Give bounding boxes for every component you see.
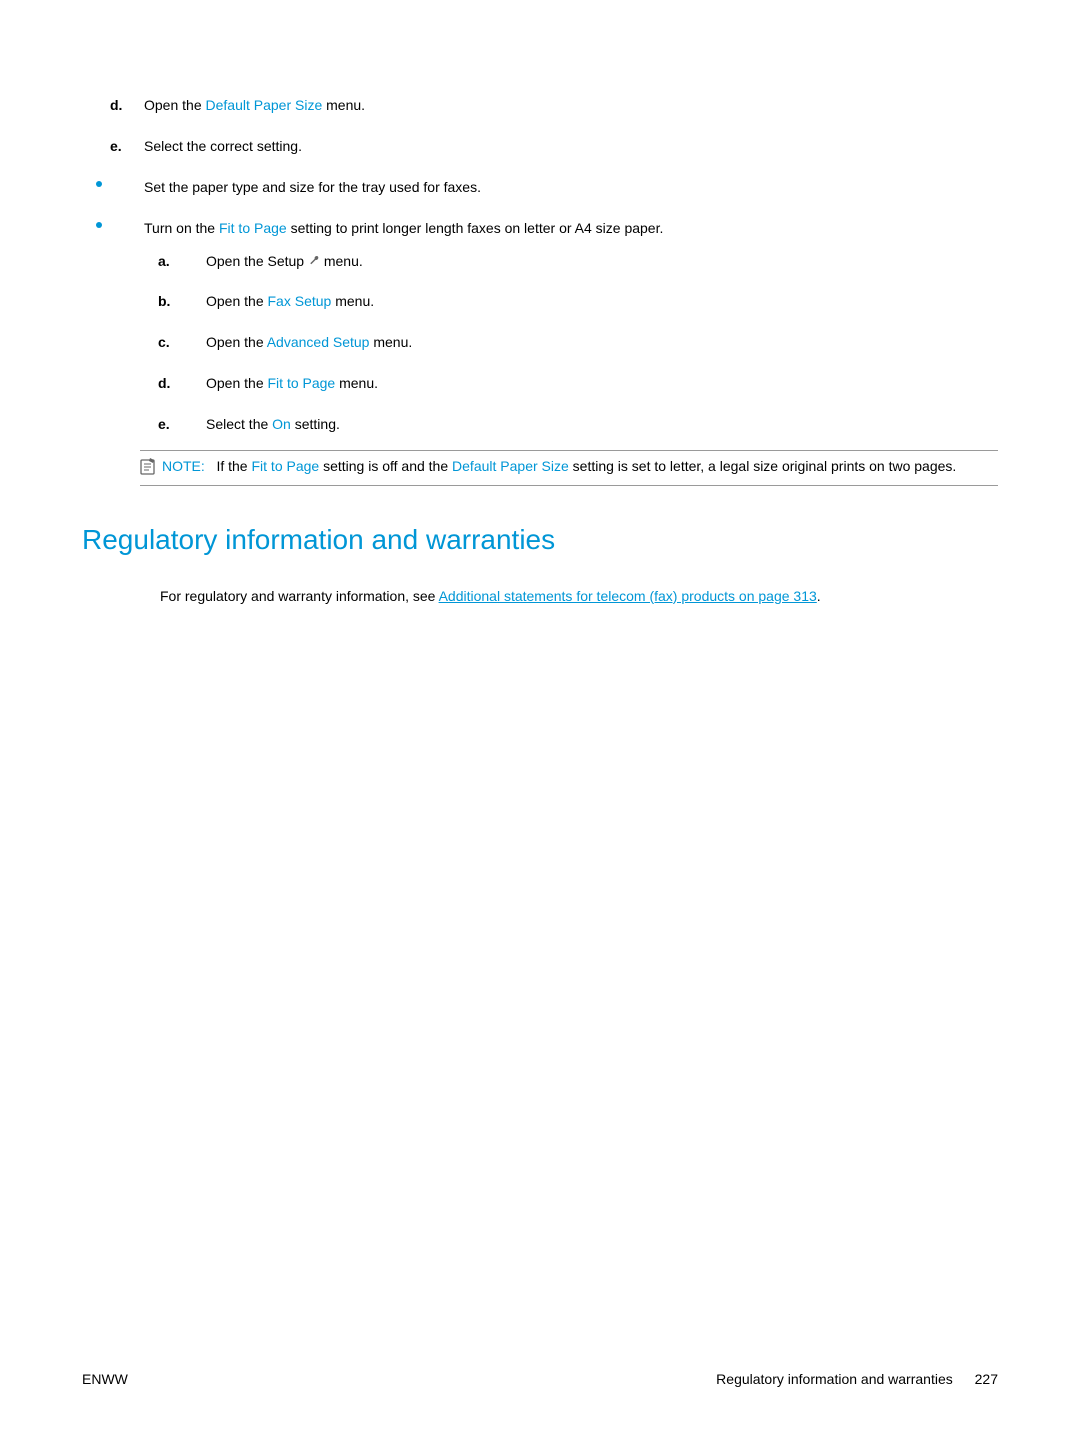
footer-right: Regulatory information and warranties 22… (716, 1371, 998, 1387)
note-icon (140, 457, 158, 475)
text: Open the Setup (206, 253, 308, 269)
step-marker: d. (158, 374, 170, 393)
step-marker: e. (158, 415, 170, 434)
step-text: Open the Fit to Page menu. (206, 375, 378, 391)
text: . (817, 588, 821, 604)
step-marker: d. (110, 96, 122, 115)
ui-term: Fit to Page (268, 375, 336, 391)
note-block: NOTE: If the Fit to Page setting is off … (140, 450, 998, 486)
step-e: e. Select the correct setting. (82, 137, 998, 156)
steps-list-continued: d. Open the Default Paper Size menu. e. … (82, 96, 998, 156)
text: setting to print longer length faxes on … (287, 220, 664, 236)
telecom-statements-link[interactable]: Additional statements for telecom (fax) … (439, 588, 817, 604)
bullet-list: Set the paper type and size for the tray… (82, 178, 998, 434)
sub-c: c. Open the Advanced Setup menu. (144, 333, 998, 352)
step-marker: b. (158, 292, 170, 311)
note-content: NOTE: If the Fit to Page setting is off … (162, 458, 956, 474)
step-text: Select the correct setting. (144, 138, 302, 154)
page-container: d. Open the Default Paper Size menu. e. … (0, 0, 1080, 1437)
bullet-text: Turn on the Fit to Page setting to print… (144, 220, 663, 236)
bullet-text: Set the paper type and size for the tray… (144, 179, 481, 195)
text: Turn on the (144, 220, 219, 236)
text: setting is off and the (319, 458, 452, 474)
step-text: Open the Default Paper Size menu. (144, 97, 365, 113)
step-d: d. Open the Default Paper Size menu. (82, 96, 998, 115)
ui-term: Fit to Page (251, 458, 319, 474)
ui-term: Fax Setup (268, 293, 332, 309)
text: menu. (320, 253, 363, 269)
text: setting. (291, 416, 340, 432)
footer-title: Regulatory information and warranties (716, 1371, 953, 1387)
ui-term: Advanced Setup (267, 334, 370, 350)
text: Open the (206, 334, 267, 350)
sub-a: a. Open the Setup menu. (144, 252, 998, 271)
bullet-icon (96, 181, 102, 187)
text: menu. (335, 375, 378, 391)
step-marker: e. (110, 137, 122, 156)
ui-term: Fit to Page (219, 220, 287, 236)
text: menu. (322, 97, 365, 113)
text: Select the (206, 416, 272, 432)
page-number: 227 (975, 1371, 998, 1387)
step-text: Select the On setting. (206, 416, 340, 432)
step-text: Open the Fax Setup menu. (206, 293, 374, 309)
bullet-item: Turn on the Fit to Page setting to print… (82, 219, 998, 434)
ui-term: Default Paper Size (452, 458, 569, 474)
step-text: Open the Setup menu. (206, 253, 363, 269)
sub-d: d. Open the Fit to Page menu. (144, 374, 998, 393)
sub-b: b. Open the Fax Setup menu. (144, 292, 998, 311)
text: Open the (206, 375, 268, 391)
text: menu. (331, 293, 374, 309)
subletters-list: a. Open the Setup menu. b. Open the Fax … (144, 252, 998, 434)
step-text: Open the Advanced Setup menu. (206, 334, 412, 350)
sub-e: e. Select the On setting. (144, 415, 998, 434)
text: setting is set to letter, a legal size o… (569, 458, 957, 474)
section-heading: Regulatory information and warranties (82, 524, 998, 556)
ui-term: Default Paper Size (206, 97, 323, 113)
text: Open the (206, 293, 268, 309)
text: For regulatory and warranty information,… (160, 588, 439, 604)
bullet-icon (96, 222, 102, 228)
regulatory-paragraph: For regulatory and warranty information,… (160, 586, 920, 606)
step-marker: a. (158, 252, 170, 271)
text: If the (216, 458, 251, 474)
page-footer: ENWW Regulatory information and warranti… (82, 1371, 998, 1387)
text: menu. (369, 334, 412, 350)
ui-term: On (272, 416, 291, 432)
text: Open the (144, 97, 206, 113)
note-label: NOTE: (162, 458, 205, 474)
wrench-icon (308, 254, 320, 266)
footer-left: ENWW (82, 1371, 128, 1387)
bullet-item: Set the paper type and size for the tray… (82, 178, 998, 197)
step-marker: c. (158, 333, 170, 352)
